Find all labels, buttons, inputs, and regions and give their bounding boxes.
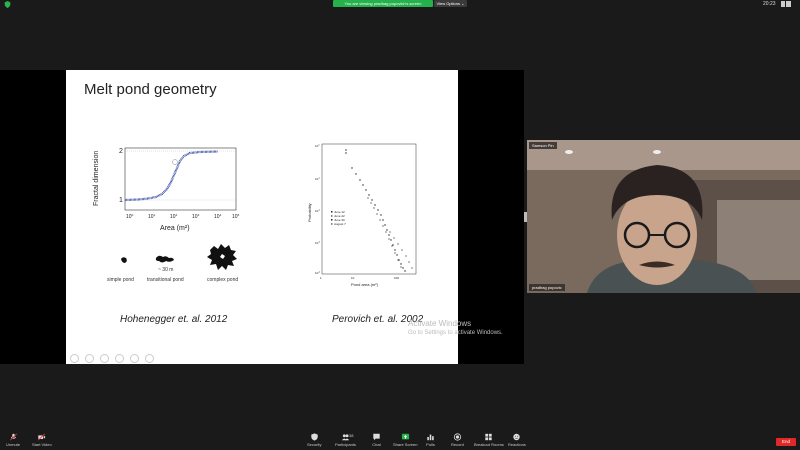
complex-pond-label: complex pond (207, 277, 239, 283)
zoom-button[interactable] (130, 354, 139, 363)
breakout-rooms-icon (485, 433, 493, 441)
breakout-rooms-button[interactable]: Breakout Rooms (474, 433, 504, 447)
svg-text:10-4: 10-4 (315, 271, 321, 275)
x-tick: 103 (192, 213, 200, 220)
record-label: Record (451, 442, 464, 447)
record-icon (453, 433, 462, 441)
unmute-button[interactable]: Unmute (6, 433, 20, 447)
participant-name-top: Samson Pin (529, 142, 557, 149)
gallery-view-icon[interactable] (781, 1, 791, 7)
start-video-label: Start Video (32, 442, 52, 447)
webcam-video-image (527, 140, 800, 293)
x-tick: 105 (232, 213, 240, 220)
transitional-pond-image (155, 255, 174, 263)
smiley-icon (513, 433, 521, 441)
participants-button[interactable]: 38 Participants (335, 433, 356, 447)
x-tick: 104 (214, 213, 222, 220)
scale-label: ~ 30 m (158, 267, 174, 273)
y-tick-1: 1 (119, 197, 123, 204)
y-tick-2: 2 (119, 148, 123, 155)
shared-screen-area: Melt pond geometry 2 1 100 101 102 103 1… (0, 70, 524, 364)
svg-text:10-2: 10-2 (315, 209, 321, 213)
x-axis-label: Pond area (m²) (351, 282, 379, 287)
share-status-banner: You are viewing pradhag popovich's scree… (333, 0, 433, 7)
participants-count: 38 (349, 433, 354, 438)
polls-button[interactable]: Polls (426, 433, 435, 447)
y-tick-labels: 100 10-1 10-2 10-3 10-4 (315, 144, 321, 275)
pen-tool-button[interactable] (100, 354, 109, 363)
polls-label: Polls (426, 442, 435, 447)
complex-pond-image (207, 244, 237, 270)
x-tick: 102 (170, 213, 178, 220)
transition-marker (172, 159, 178, 165)
svg-text:10-3: 10-3 (315, 241, 321, 245)
svg-text:100: 100 (315, 144, 320, 148)
start-video-button[interactable]: Start Video (32, 433, 52, 447)
more-options-button[interactable] (145, 354, 154, 363)
y-axis-label: Probability (307, 203, 312, 222)
pond-area-probability-chart: 100 10-1 10-2 10-3 10-4 1 10 100 June 12… (307, 143, 417, 287)
svg-text:1: 1 (320, 276, 322, 280)
breakout-rooms-label: Breakout Rooms (474, 442, 504, 447)
transitional-pond-label: transitional pond (147, 277, 184, 283)
clock: 20:23 (763, 1, 776, 7)
unmute-label: Unmute (6, 442, 21, 447)
x-tick: 101 (148, 213, 156, 220)
shield-icon (311, 433, 318, 441)
meeting-toolbar: Unmute Start Video Security 38 Participa… (0, 432, 800, 450)
polls-icon (427, 434, 434, 441)
previous-slide-button[interactable] (70, 354, 79, 363)
shield-icon[interactable] (4, 1, 11, 8)
participant-name-bottom: pradhag popovic (529, 284, 565, 291)
legend-entry-4: August 7 (334, 222, 346, 226)
svg-text:100: 100 (394, 276, 399, 280)
x-tick-labels: 100 101 102 103 104 105 (126, 213, 240, 220)
video-camera-off-icon (38, 433, 46, 441)
share-screen-button[interactable]: Share Screen (393, 433, 417, 447)
reactions-button[interactable]: Reactions (508, 433, 526, 447)
x-tick-labels: 1 10 100 (320, 276, 399, 280)
y-axis-label: Fractal dimension (93, 151, 100, 206)
participant-video-tile[interactable]: Samson Pin pradhag popovic (527, 140, 800, 293)
activate-windows-watermark: Activate Windows (408, 319, 472, 328)
simple-pond-label: simple pond (107, 277, 134, 283)
legend-markers (331, 211, 333, 225)
slide-title: Melt pond geometry (84, 81, 217, 98)
next-slide-button[interactable] (85, 354, 94, 363)
plot-frame (321, 143, 417, 275)
probability-data-points (345, 149, 413, 272)
caption-hohenegger: Hohenegger et. al. 2012 (120, 314, 228, 325)
chat-bubble-icon (373, 433, 380, 441)
record-button[interactable]: Record (451, 433, 464, 447)
microphone-muted-icon (9, 433, 17, 441)
x-tick: 100 (126, 213, 134, 220)
activate-windows-hint: Go to Settings to activate Windows. (408, 330, 503, 336)
simple-pond-image (121, 257, 127, 263)
end-meeting-button[interactable]: End (776, 438, 796, 446)
fractal-dimension-chart: 2 1 100 101 102 103 104 105 Area (m²) Fr… (93, 147, 240, 232)
security-label: Security (307, 442, 322, 447)
share-screen-label: Share Screen (393, 442, 418, 447)
see-all-slides-button[interactable] (115, 354, 124, 363)
share-screen-icon (401, 433, 409, 440)
svg-text:10: 10 (351, 276, 355, 280)
chart-legend: June 12 June 22 June 30 August 7 (334, 210, 346, 226)
security-button[interactable]: Security (307, 433, 321, 447)
reactions-label: Reactions (508, 442, 526, 447)
chat-button[interactable]: Chat (372, 433, 381, 447)
x-axis-label: Area (m²) (160, 225, 190, 232)
presentation-slide: Melt pond geometry 2 1 100 101 102 103 1… (66, 70, 503, 364)
svg-text:10-1: 10-1 (315, 177, 321, 181)
view-options-button[interactable]: View Options ⌄ (434, 0, 467, 7)
chat-label: Chat (372, 442, 381, 447)
participants-label: Participants (335, 442, 356, 447)
plot-frame (124, 147, 237, 211)
fractal-data-curve (124, 150, 219, 202)
top-bar: You are viewing pradhag popovich's scree… (0, 0, 800, 9)
